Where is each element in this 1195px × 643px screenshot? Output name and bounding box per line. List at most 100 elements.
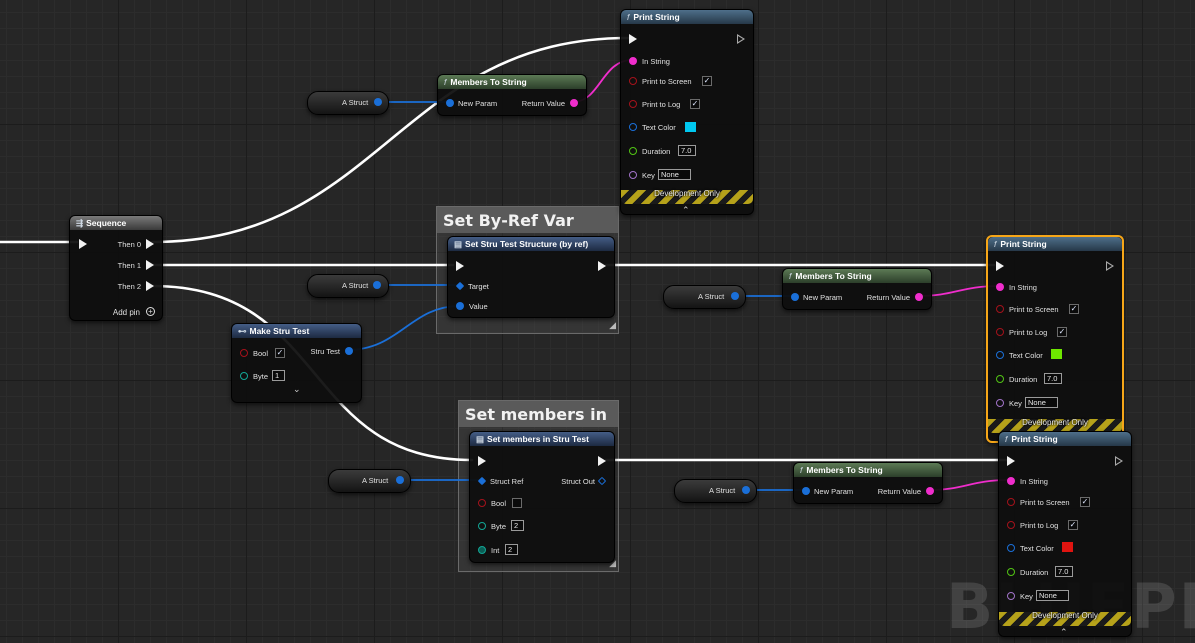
- byte-pin[interactable]: [478, 522, 486, 530]
- in-string-pin[interactable]: [1007, 477, 1015, 485]
- duration-field[interactable]: 7.0: [1044, 373, 1062, 384]
- bool-checkbox[interactable]: [512, 498, 522, 508]
- key-field[interactable]: None: [1025, 397, 1058, 408]
- then-1-pin[interactable]: [146, 260, 154, 270]
- text-color-swatch[interactable]: [685, 122, 696, 132]
- target-pin[interactable]: [455, 281, 465, 291]
- return-value-pin[interactable]: [570, 99, 578, 107]
- text-color-swatch[interactable]: [1051, 349, 1062, 359]
- exec-out-pin[interactable]: [598, 261, 606, 271]
- print-to-screen-checkbox[interactable]: ✓: [702, 76, 712, 86]
- exec-in-pin[interactable]: [79, 239, 87, 249]
- print-to-log-checkbox[interactable]: ✓: [690, 99, 700, 109]
- exec-out-pin[interactable]: [1106, 261, 1114, 271]
- text-color-pin[interactable]: [629, 123, 637, 131]
- make-stru-test-node[interactable]: ⊷ Make Stru Test Bool ✓ Stru Test Byte 1 …: [231, 323, 362, 403]
- print-to-screen-pin[interactable]: [996, 305, 1004, 313]
- bool-checkbox[interactable]: ✓: [275, 348, 285, 358]
- collapse-chevron-icon[interactable]: ⌃: [682, 205, 690, 216]
- print-string-node[interactable]: f Print String In String Print to Screen …: [620, 9, 754, 215]
- key-field[interactable]: None: [658, 169, 691, 180]
- exec-out-pin[interactable]: [737, 34, 745, 44]
- print-to-log-pin[interactable]: [996, 328, 1004, 336]
- a-struct-variable[interactable]: A Struct: [307, 91, 389, 115]
- key-field[interactable]: None: [1036, 590, 1069, 601]
- add-pin-icon[interactable]: +: [146, 307, 155, 316]
- stru-test-output-pin[interactable]: [345, 347, 353, 355]
- exec-out-pin[interactable]: [1115, 456, 1123, 466]
- exec-in-pin[interactable]: [456, 261, 464, 271]
- resize-grip-icon[interactable]: ◢: [609, 320, 616, 331]
- print-to-log-label: Print to Log: [642, 100, 681, 109]
- add-pin-button[interactable]: Add pin: [113, 308, 140, 317]
- text-color-pin[interactable]: [1007, 544, 1015, 552]
- new-param-pin[interactable]: [446, 99, 454, 107]
- return-value-label: Return Value: [877, 487, 921, 496]
- exec-in-pin[interactable]: [478, 456, 486, 466]
- then-0-pin[interactable]: [146, 239, 154, 249]
- int-field[interactable]: 2: [505, 544, 518, 555]
- text-color-swatch[interactable]: [1062, 542, 1073, 552]
- set-by-ref-node[interactable]: ▤ Set Stru Test Structure (by ref) Target…: [447, 236, 615, 318]
- output-pin[interactable]: [396, 476, 404, 484]
- print-to-screen-pin[interactable]: [629, 77, 637, 85]
- int-pin[interactable]: [478, 546, 486, 554]
- print-to-log-checkbox[interactable]: ✓: [1057, 327, 1067, 337]
- byte-pin[interactable]: [240, 372, 248, 380]
- duration-pin[interactable]: [629, 147, 637, 155]
- a-struct-variable[interactable]: A Struct: [674, 479, 757, 503]
- output-pin[interactable]: [373, 281, 381, 289]
- set-members-node[interactable]: ▤ Set members in Stru Test Struct Ref Str…: [469, 431, 615, 563]
- key-pin[interactable]: [629, 171, 637, 179]
- output-pin[interactable]: [742, 486, 750, 494]
- return-value-pin[interactable]: [915, 293, 923, 301]
- output-pin[interactable]: [731, 292, 739, 300]
- print-to-screen-checkbox[interactable]: ✓: [1080, 497, 1090, 507]
- bool-pin[interactable]: [240, 349, 248, 357]
- members-to-string-node[interactable]: f Members To String New Param Return Valu…: [437, 74, 587, 116]
- byte-field[interactable]: 1: [272, 370, 285, 381]
- sequence-node[interactable]: ⇶ Sequence Then 0 Then 1 Then 2 Add pin +: [69, 215, 163, 321]
- new-param-label: New Param: [458, 99, 498, 108]
- print-to-screen-checkbox[interactable]: ✓: [1069, 304, 1079, 314]
- print-to-screen-pin[interactable]: [1007, 498, 1015, 506]
- members-to-string-node[interactable]: f Members To String New Param Return Valu…: [793, 462, 943, 504]
- print-string-node-selected[interactable]: f Print String In String Print to Screen …: [986, 235, 1124, 443]
- in-string-pin[interactable]: [996, 283, 1004, 291]
- members-to-string-node[interactable]: f Members To String New Param Return Valu…: [782, 268, 932, 310]
- exec-out-pin[interactable]: [598, 456, 606, 466]
- text-color-label: Text Color: [642, 123, 676, 132]
- struct-out-pin[interactable]: [597, 476, 607, 486]
- new-param-pin[interactable]: [802, 487, 810, 495]
- print-to-log-checkbox[interactable]: ✓: [1068, 520, 1078, 530]
- key-pin[interactable]: [1007, 592, 1015, 600]
- then-2-pin[interactable]: [146, 281, 154, 291]
- print-string-node[interactable]: f Print String In String Print to Screen …: [998, 431, 1132, 637]
- value-pin[interactable]: [456, 302, 464, 310]
- a-struct-variable[interactable]: A Struct: [307, 274, 389, 298]
- key-pin[interactable]: [996, 399, 1004, 407]
- byte-field[interactable]: 2: [511, 520, 524, 531]
- exec-in-pin[interactable]: [629, 34, 637, 44]
- duration-pin[interactable]: [996, 375, 1004, 383]
- duration-pin[interactable]: [1007, 568, 1015, 576]
- print-to-log-pin[interactable]: [629, 100, 637, 108]
- return-value-pin[interactable]: [926, 487, 934, 495]
- bool-pin[interactable]: [478, 499, 486, 507]
- node-title: Make Stru Test: [249, 326, 310, 336]
- duration-field[interactable]: 7.0: [1055, 566, 1073, 577]
- expand-chevron-icon[interactable]: ⌄: [293, 384, 301, 395]
- collapse-chevron-icon[interactable]: ⌃: [1060, 627, 1068, 638]
- exec-in-pin[interactable]: [1007, 456, 1015, 466]
- a-struct-variable[interactable]: A Struct: [328, 469, 411, 493]
- a-struct-variable[interactable]: A Struct: [663, 285, 746, 309]
- exec-in-pin[interactable]: [996, 261, 1004, 271]
- duration-field[interactable]: 7.0: [678, 145, 696, 156]
- struct-ref-pin[interactable]: [477, 476, 487, 486]
- new-param-pin[interactable]: [791, 293, 799, 301]
- text-color-pin[interactable]: [996, 351, 1004, 359]
- print-to-log-pin[interactable]: [1007, 521, 1015, 529]
- in-string-pin[interactable]: [629, 57, 637, 65]
- output-pin[interactable]: [374, 98, 382, 106]
- then-2-label: Then 2: [117, 282, 141, 291]
